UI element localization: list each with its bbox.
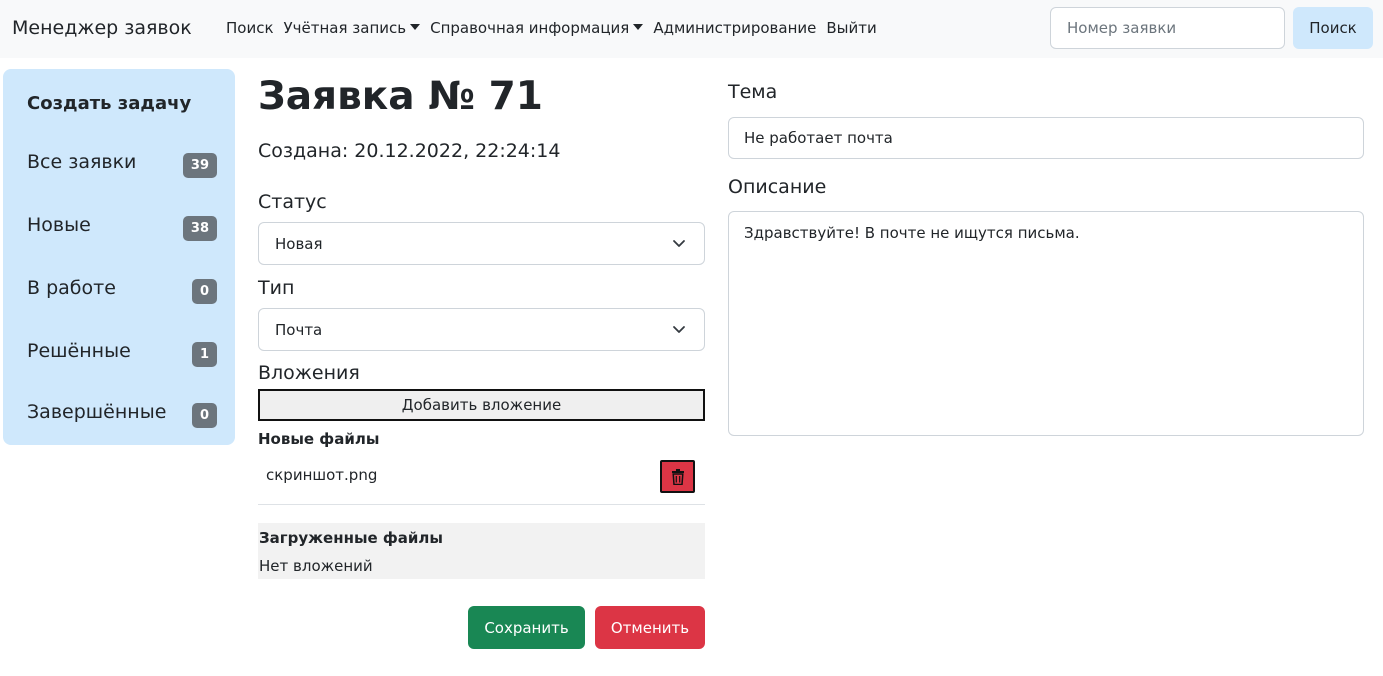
topic-label: Тема xyxy=(728,81,778,103)
count-badge: 0 xyxy=(191,279,217,304)
sidebar-item-new[interactable]: Новые 38 xyxy=(27,214,217,244)
search-button[interactable]: Поиск xyxy=(1293,7,1373,49)
type-select-value: Почта xyxy=(275,321,323,339)
cancel-button[interactable]: Отменить xyxy=(595,606,705,649)
create-task-link[interactable]: Создать задачу xyxy=(27,93,191,114)
nav-account-label: Учётная запись xyxy=(283,19,407,37)
nav-logout-link[interactable]: Выйти xyxy=(826,19,876,37)
nav-reference-dropdown[interactable]: Справочная информация xyxy=(430,19,644,37)
uploaded-files-heading: Загруженные файлы xyxy=(259,529,443,547)
description-label: Описание xyxy=(728,176,827,198)
nav-reference-label: Справочная информация xyxy=(430,19,630,37)
description-field[interactable]: Здравствуйте! В почте не ищутся письма. xyxy=(728,211,1364,436)
attachments-label: Вложения xyxy=(258,362,360,384)
page-title: Заявка № 71 xyxy=(258,74,543,119)
sidebar-item-resolved[interactable]: Решённые 1 xyxy=(27,340,217,370)
nav-search-link[interactable]: Поиск xyxy=(226,19,274,37)
caret-down-icon xyxy=(410,24,421,30)
sidebar-item-all[interactable]: Все заявки 39 xyxy=(27,151,217,181)
status-label: Статус xyxy=(258,191,327,213)
topic-field[interactable] xyxy=(728,117,1364,159)
type-label: Тип xyxy=(258,277,295,299)
count-badge: 1 xyxy=(191,342,217,367)
status-select-value: Новая xyxy=(275,235,323,253)
sidebar-item-completed[interactable]: Завершённые 0 xyxy=(27,401,217,431)
uploaded-files-panel: Загруженные файлы Нет вложений xyxy=(258,523,705,579)
nav-account-dropdown[interactable]: Учётная запись xyxy=(284,19,421,37)
add-attachment-button[interactable]: Добавить вложение xyxy=(258,389,705,421)
count-badge: 0 xyxy=(191,403,217,428)
brand[interactable]: Менеджер заявок xyxy=(12,17,192,39)
sidebar-item-label: Решённые xyxy=(27,340,131,362)
count-badge: 38 xyxy=(182,216,217,241)
sidebar-item-label: В работе xyxy=(27,277,116,299)
chevron-down-icon xyxy=(673,240,685,247)
sidebar: Создать задачу Все заявки 39 Новые 38 В … xyxy=(3,69,235,445)
sidebar-item-label: Завершённые xyxy=(27,401,167,423)
created-timestamp: Создана: 20.12.2022, 22:24:14 xyxy=(258,140,561,162)
trash-icon xyxy=(672,469,684,485)
new-files-heading: Новые файлы xyxy=(258,430,380,448)
type-select[interactable]: Почта xyxy=(258,308,705,351)
nav-admin-link[interactable]: Администрирование xyxy=(653,19,816,37)
save-button[interactable]: Сохранить xyxy=(468,606,585,649)
sidebar-item-label: Новые xyxy=(27,214,91,236)
sidebar-item-in-progress[interactable]: В работе 0 xyxy=(27,277,217,307)
file-name: скриншот.png xyxy=(266,466,378,484)
sidebar-item-label: Все заявки xyxy=(27,151,137,173)
caret-down-icon xyxy=(633,24,644,30)
nav-links: Поиск Учётная запись Справочная информац… xyxy=(226,19,877,37)
count-badge: 39 xyxy=(182,153,217,178)
list-item: скриншот.png xyxy=(258,455,705,505)
status-select[interactable]: Новая xyxy=(258,222,705,265)
uploaded-files-empty: Нет вложений xyxy=(259,557,373,575)
chevron-down-icon xyxy=(673,326,685,333)
delete-file-button[interactable] xyxy=(660,460,695,493)
navbar: Менеджер заявок Поиск Учётная запись Спр… xyxy=(0,0,1383,58)
ticket-number-search-input[interactable] xyxy=(1050,7,1285,49)
